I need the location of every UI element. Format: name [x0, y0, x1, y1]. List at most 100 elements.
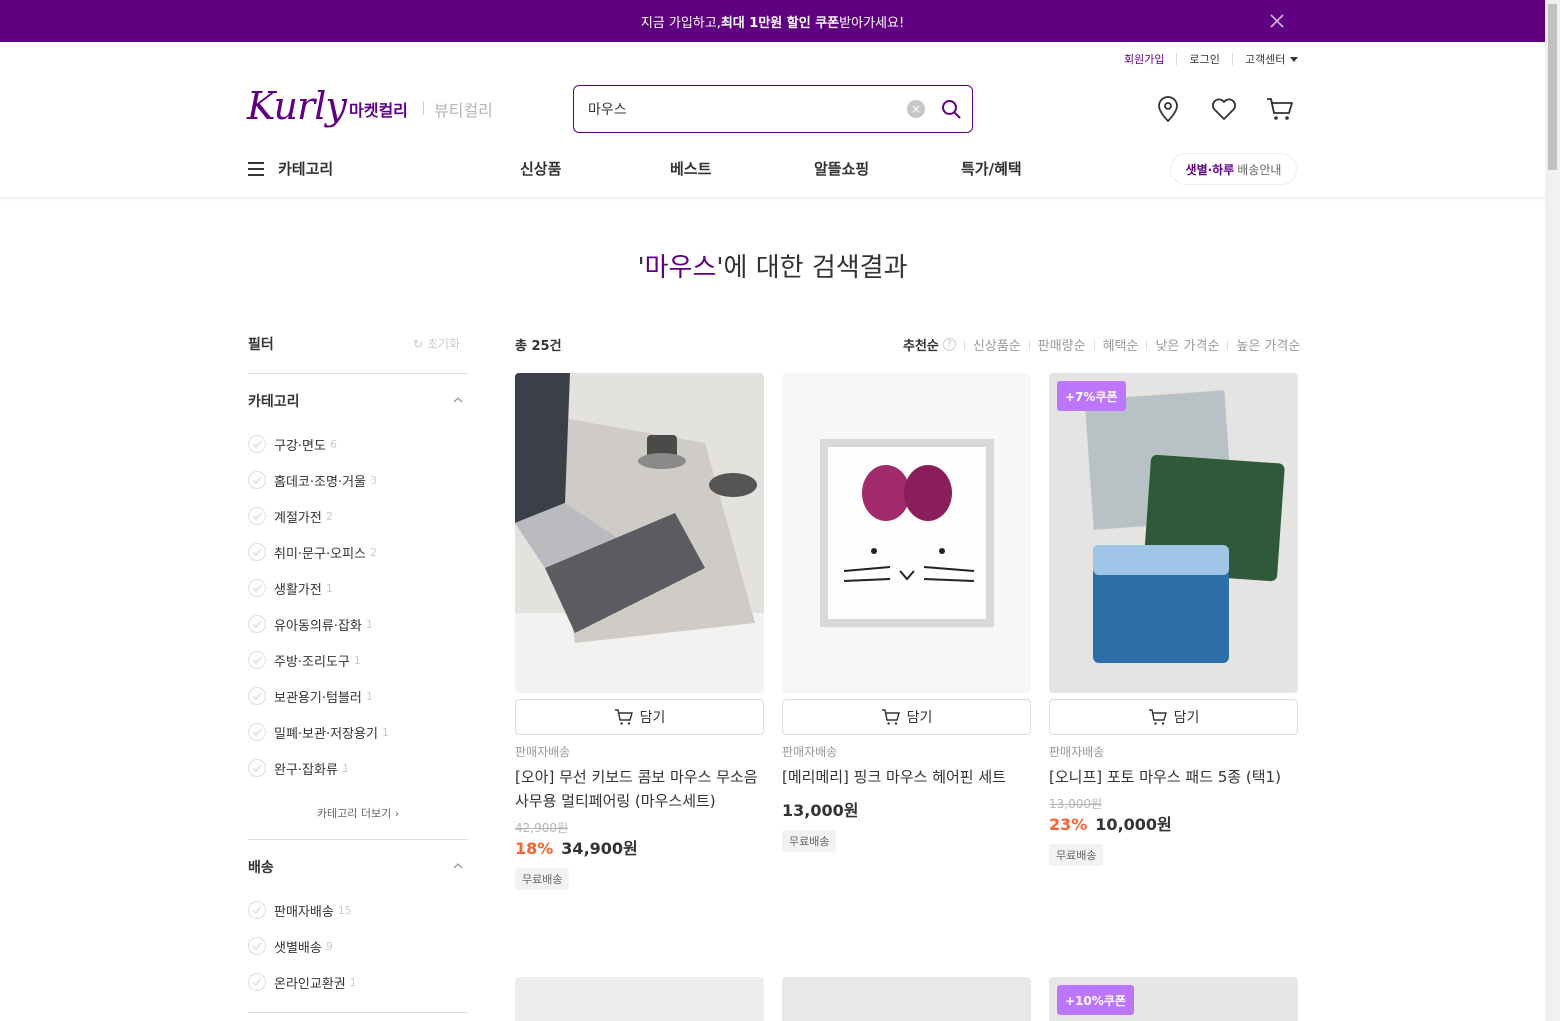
filter-category-title[interactable]: 카테고리: [248, 391, 300, 411]
product-card[interactable]: 담기 판매자배송 [메리메리] 핑크 마우스 헤어핀 세트 13,000원 무료…: [782, 373, 1031, 863]
search-input[interactable]: [588, 98, 888, 120]
help-icon[interactable]: ?: [942, 338, 956, 351]
login-link[interactable]: 로그인: [1189, 51, 1219, 67]
product-image[interactable]: [515, 977, 764, 1021]
promo-banner[interactable]: 지금 가입하고, 최대 1만원 할인 쿠폰 받아가세요!: [0, 0, 1545, 42]
gnb-new[interactable]: 신상품: [520, 158, 561, 179]
sort-low-price[interactable]: 낮은 가격순: [1155, 335, 1219, 354]
chevron-up-icon[interactable]: [453, 863, 463, 869]
add-to-cart-button[interactable]: 담기: [782, 699, 1031, 735]
product-card[interactable]: +7%쿠폰 담기 판매자배송 [오니프] 포토 마우스 패드 5종 (택1) 1…: [1049, 373, 1298, 873]
filter-option-count: 15: [337, 903, 352, 917]
price-row: 18% 34,900원: [515, 835, 638, 859]
more-category-label: 카테고리 더보기: [316, 807, 392, 820]
filter-option[interactable]: 완구·잡화류 1: [248, 758, 349, 778]
check-icon[interactable]: [248, 973, 266, 991]
filter-option[interactable]: 샛별배송 9: [248, 936, 333, 956]
filter-option[interactable]: 유아동의류·잡화 1: [248, 614, 373, 634]
filter-option-count: 1: [365, 617, 373, 631]
product-image[interactable]: [1049, 373, 1298, 693]
sale-price: 34,900원: [561, 839, 638, 858]
sort-newest[interactable]: 신상품순: [973, 335, 1021, 354]
sort-benefit[interactable]: 혜택순: [1103, 335, 1139, 354]
signup-link[interactable]: 회원가입: [1124, 51, 1164, 67]
close-icon[interactable]: [1268, 12, 1286, 30]
more-category-button[interactable]: 카테고리 더보기 ›: [248, 805, 468, 821]
refresh-icon: ↻: [413, 337, 424, 351]
filter-option-label: 샛별배송: [274, 940, 322, 956]
divider: [423, 101, 424, 115]
kurly-logo[interactable]: Kurly: [247, 84, 347, 128]
filter-reset-button[interactable]: ↻ 초기화: [413, 335, 460, 352]
hamburger-menu-icon[interactable]: [248, 162, 264, 176]
divider: [248, 839, 468, 840]
chevron-up-icon[interactable]: [453, 397, 463, 403]
filter-option-count: 1: [341, 761, 349, 775]
gnb-special[interactable]: 특가/혜택: [961, 158, 1022, 179]
filter-option-label: 밀폐·보관·저장용기: [274, 726, 378, 742]
check-icon[interactable]: [248, 543, 266, 561]
product-name[interactable]: [오아] 무선 키보드 콤보 마우스 무소음 사무용 멀티페어링 (마우스세트): [515, 765, 764, 813]
product-image[interactable]: [515, 373, 764, 693]
product-image[interactable]: [782, 373, 1031, 693]
gnb-bargain[interactable]: 알뜰쇼핑: [814, 158, 869, 179]
divider: [248, 1012, 468, 1013]
check-icon[interactable]: [248, 651, 266, 669]
seller-type: 판매자배송: [515, 745, 571, 759]
search-icon[interactable]: [940, 98, 962, 120]
scrollbar-thumb[interactable]: [1548, 4, 1557, 170]
filter-title: 필터: [248, 337, 274, 353]
check-icon[interactable]: [248, 723, 266, 741]
filter-option-label: 완구·잡화류: [274, 762, 338, 778]
banner-text-bold: 최대 1만원 할인 쿠폰: [720, 15, 840, 31]
scrollbar[interactable]: [1545, 0, 1560, 1021]
filter-option[interactable]: 밀폐·보관·저장용기 1: [248, 722, 389, 742]
original-price: 13,000원: [1049, 797, 1103, 811]
check-icon[interactable]: [248, 507, 266, 525]
delivery-info-button[interactable]: 샛별·하루 배송안내: [1170, 153, 1297, 185]
filter-option[interactable]: 홈데코·조명·거울 3: [248, 470, 377, 490]
check-icon[interactable]: [248, 937, 266, 955]
check-icon[interactable]: [248, 687, 266, 705]
add-to-cart-button[interactable]: 담기: [1049, 699, 1298, 735]
caret-down-icon[interactable]: [1290, 56, 1299, 62]
location-pin-icon[interactable]: [1153, 94, 1183, 124]
check-icon[interactable]: [248, 615, 266, 633]
product-name[interactable]: [오니프] 포토 마우스 패드 5종 (택1): [1049, 765, 1298, 789]
add-to-cart-button[interactable]: 담기: [515, 699, 764, 735]
check-icon[interactable]: [248, 901, 266, 919]
header-shadow: [0, 197, 1545, 201]
sort-recommend[interactable]: 추천순?: [903, 335, 956, 354]
clear-search-icon[interactable]: ×: [907, 100, 925, 118]
gnb-category[interactable]: 카테고리: [278, 158, 333, 179]
product-card[interactable]: 담기 판매자배송 [오아] 무선 키보드 콤보 마우스 무소음 사무용 멀티페어…: [515, 373, 764, 893]
cart-icon[interactable]: [1265, 94, 1295, 124]
filter-option-count: 1: [365, 689, 373, 703]
beauty-kurly-tab[interactable]: 뷰티컬리: [434, 97, 493, 121]
check-icon[interactable]: [248, 471, 266, 489]
support-link[interactable]: 고객센터: [1245, 51, 1285, 67]
filter-option[interactable]: 보관용기·텀블러 1: [248, 686, 373, 706]
gnb-best[interactable]: 베스트: [670, 158, 711, 179]
check-icon[interactable]: [248, 435, 266, 453]
filter-option-label: 판매자배송: [274, 904, 334, 920]
filter-option[interactable]: 취미·문구·오피스 2: [248, 542, 377, 562]
market-kurly-tab[interactable]: 마켓컬리: [349, 97, 408, 121]
filter-option[interactable]: 구강·면도 6: [248, 434, 337, 454]
product-name[interactable]: [메리메리] 핑크 마우스 헤어핀 세트: [782, 765, 1031, 789]
check-icon[interactable]: [248, 579, 266, 597]
filter-option[interactable]: 생활가전 1: [248, 578, 333, 598]
filter-option[interactable]: 계절가전 2: [248, 506, 333, 526]
sort-high-price[interactable]: 높은 가격순: [1236, 335, 1300, 354]
product-image[interactable]: +10%쿠폰: [1049, 977, 1298, 1021]
product-image[interactable]: [782, 977, 1031, 1021]
heart-icon[interactable]: [1209, 94, 1239, 124]
filter-option[interactable]: 판매자배송 15: [248, 900, 352, 920]
search-result-title: '마우스'에 대한 검색결과: [0, 247, 1545, 284]
sort-sales[interactable]: 판매량순: [1038, 335, 1086, 354]
filter-option[interactable]: 주방·조리도구 1: [248, 650, 361, 670]
check-icon[interactable]: [248, 759, 266, 777]
filter-delivery-title[interactable]: 배송: [248, 857, 274, 877]
divider: [1146, 339, 1148, 350]
filter-option[interactable]: 온라인교환권 1: [248, 972, 357, 992]
